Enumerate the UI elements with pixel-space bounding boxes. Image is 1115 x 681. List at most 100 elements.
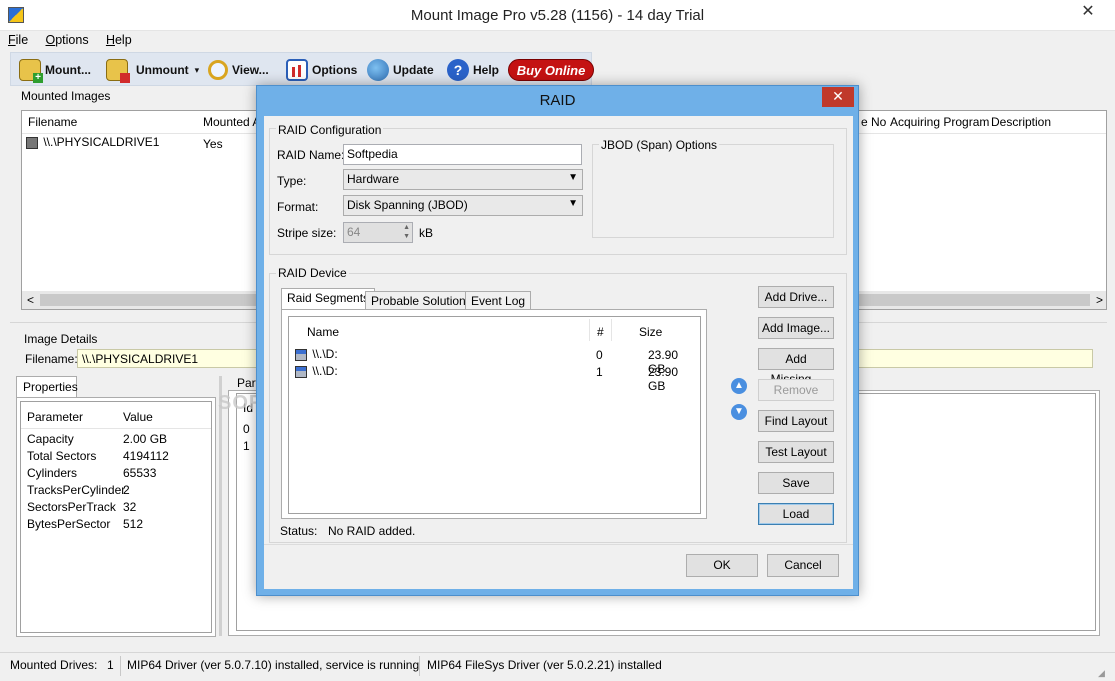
column-filename[interactable]: Filename: [28, 115, 77, 129]
load-button[interactable]: Load: [758, 503, 834, 525]
test-layout-button[interactable]: Test Layout: [758, 441, 834, 463]
help-button[interactable]: ? Help: [447, 57, 499, 83]
toolbar: + Mount... Unmount ▾ View... Options Upd…: [10, 52, 594, 86]
mounted-drives-label: Mounted Drives:: [10, 658, 98, 672]
update-button[interactable]: Update: [367, 57, 434, 83]
jbod-options-group: [592, 144, 834, 238]
table-row[interactable]: Capacity 2.00 GB: [27, 432, 207, 448]
dialog-body: RAID Configuration RAID Name: Softpedia …: [264, 116, 853, 589]
scroll-right-icon[interactable]: >: [1096, 293, 1103, 307]
unmount-button[interactable]: Unmount ▾: [106, 57, 199, 83]
column-number[interactable]: #: [597, 325, 604, 339]
parameter-cell: Cylinders: [27, 466, 78, 480]
resize-grip-icon[interactable]: ◢: [1098, 668, 1110, 680]
spinner-arrows-icon: ▲ ▼: [403, 224, 410, 240]
column-size[interactable]: Size: [639, 325, 662, 339]
remove-button[interactable]: Remove: [758, 379, 834, 401]
value-cell: 65533: [123, 466, 157, 480]
column-description[interactable]: Description: [991, 115, 1051, 129]
stripe-unit: kB: [419, 226, 434, 240]
unmount-icon: [106, 59, 130, 83]
parameter-cell: BytesPerSector: [27, 517, 111, 531]
value-cell: 4194112: [123, 449, 169, 463]
parameter-cell: Capacity: [27, 432, 74, 446]
table-row[interactable]: SectorsPerTrack 32: [27, 500, 207, 516]
tab-probable-solutions[interactable]: Probable Solutions: [365, 291, 478, 310]
table-row[interactable]: \\.\D: 1 23.90 GB: [295, 364, 695, 393]
parameter-cell: TracksPerCylinder: [27, 483, 126, 497]
dialog-title: RAID: [539, 92, 576, 109]
format-select[interactable]: Disk Spanning (JBOD) ▼: [343, 195, 583, 216]
add-missing-button[interactable]: Add Missing...: [758, 348, 834, 386]
menu-bar: File Options Help: [0, 31, 1115, 51]
raid-device-label: RAID Device: [276, 266, 349, 280]
scroll-left-icon[interactable]: <: [27, 293, 34, 307]
status-label: Status:: [280, 524, 318, 538]
unmount-dropdown-icon[interactable]: ▾: [195, 65, 200, 76]
add-image-button[interactable]: Add Image...: [758, 317, 834, 339]
driver-status: MIP64 Driver (ver 5.0.7.10) installed, s…: [127, 658, 420, 672]
list-item[interactable]: 0: [243, 422, 250, 436]
filesys-driver-status: MIP64 FileSys Driver (ver 5.0.2.21) inst…: [427, 658, 662, 672]
ok-button[interactable]: OK: [686, 554, 758, 577]
value-cell: 512: [123, 517, 144, 531]
cancel-button[interactable]: Cancel: [767, 554, 839, 577]
table-row[interactable]: Total Sectors 4194112: [27, 449, 207, 465]
format-label: Format:: [277, 200, 319, 214]
mounted-images-label: Mounted Images: [19, 89, 113, 103]
title-bar: Mount Image Pro v5.28 (1156) - 14 day Tr…: [0, 0, 1115, 31]
value-cell: 2: [123, 483, 130, 497]
mount-icon: +: [19, 59, 43, 83]
filename-label: Filename:: [25, 352, 78, 366]
type-select[interactable]: Hardware ▼: [343, 169, 583, 190]
menu-options[interactable]: Options: [38, 31, 95, 47]
column-name[interactable]: Name: [307, 325, 339, 339]
column-mounted[interactable]: Mounted A: [203, 115, 260, 129]
magnifier-icon: [208, 60, 228, 80]
drive-icon: [26, 136, 38, 149]
drive-icon: [295, 365, 307, 378]
raid-name-input[interactable]: Softpedia: [343, 144, 582, 165]
value-cell: 2.00 GB: [123, 432, 168, 446]
buy-online-button[interactable]: Buy Online: [508, 59, 594, 81]
chevron-down-icon: ▼: [568, 172, 578, 183]
jbod-options-label: JBOD (Span) Options: [599, 138, 720, 152]
table-row[interactable]: BytesPerSector 512: [27, 517, 207, 533]
globe-icon: [367, 59, 389, 81]
move-up-icon[interactable]: ▲: [731, 378, 747, 394]
mount-button[interactable]: + Mount...: [19, 57, 91, 83]
column-value[interactable]: Value: [123, 410, 153, 424]
move-down-icon[interactable]: ▼: [731, 404, 747, 420]
column-drive-no[interactable]: e No: [861, 115, 886, 129]
dialog-footer: [264, 544, 853, 589]
tab-event-log[interactable]: Event Log: [465, 291, 532, 310]
stripe-size-label: Stripe size:: [277, 226, 337, 240]
column-parameter[interactable]: Parameter: [27, 410, 83, 424]
save-button[interactable]: Save: [758, 472, 834, 494]
options-button[interactable]: Options: [286, 57, 357, 83]
list-item[interactable]: 1: [243, 439, 250, 453]
find-layout-button[interactable]: Find Layout: [758, 410, 834, 432]
menu-help[interactable]: Help: [98, 31, 138, 47]
tab-properties[interactable]: Properties: [16, 376, 78, 398]
chevron-down-icon: ▼: [568, 198, 578, 209]
menu-file[interactable]: File: [0, 31, 34, 47]
add-drive-button[interactable]: Add Drive...: [758, 286, 834, 308]
mounted-drives-count: 1: [107, 658, 114, 672]
status-bar: Mounted Drives: 1 MIP64 Driver (ver 5.0.…: [0, 652, 1115, 681]
splitter[interactable]: [219, 376, 222, 636]
view-button[interactable]: View...: [208, 57, 269, 83]
drive-icon: [295, 348, 307, 361]
properties-table[interactable]: Parameter Value Capacity 2.00 GB Total Sec…: [20, 401, 212, 633]
status-value: No RAID added.: [328, 524, 416, 538]
column-acquiring-program[interactable]: Acquiring Program: [890, 115, 989, 129]
table-row[interactable]: \\.\D: 0 23.90 GB: [295, 347, 695, 376]
table-row[interactable]: TracksPerCylinder 2: [27, 483, 207, 499]
tab-raid-segments[interactable]: Raid Segments: [281, 288, 376, 310]
dialog-close-icon[interactable]: ✕: [822, 87, 854, 107]
segments-tab-panel: Name # Size \\.\D: 0 23.90 GB \\.\D: 1 2…: [281, 309, 707, 519]
window-close-icon[interactable]: ✕: [1065, 0, 1111, 24]
properties-pane: Parameter Value Capacity 2.00 GB Total Sec…: [16, 397, 216, 637]
segments-table[interactable]: Name # Size \\.\D: 0 23.90 GB \\.\D: 1 2…: [288, 316, 701, 514]
table-row[interactable]: Cylinders 65533: [27, 466, 207, 482]
